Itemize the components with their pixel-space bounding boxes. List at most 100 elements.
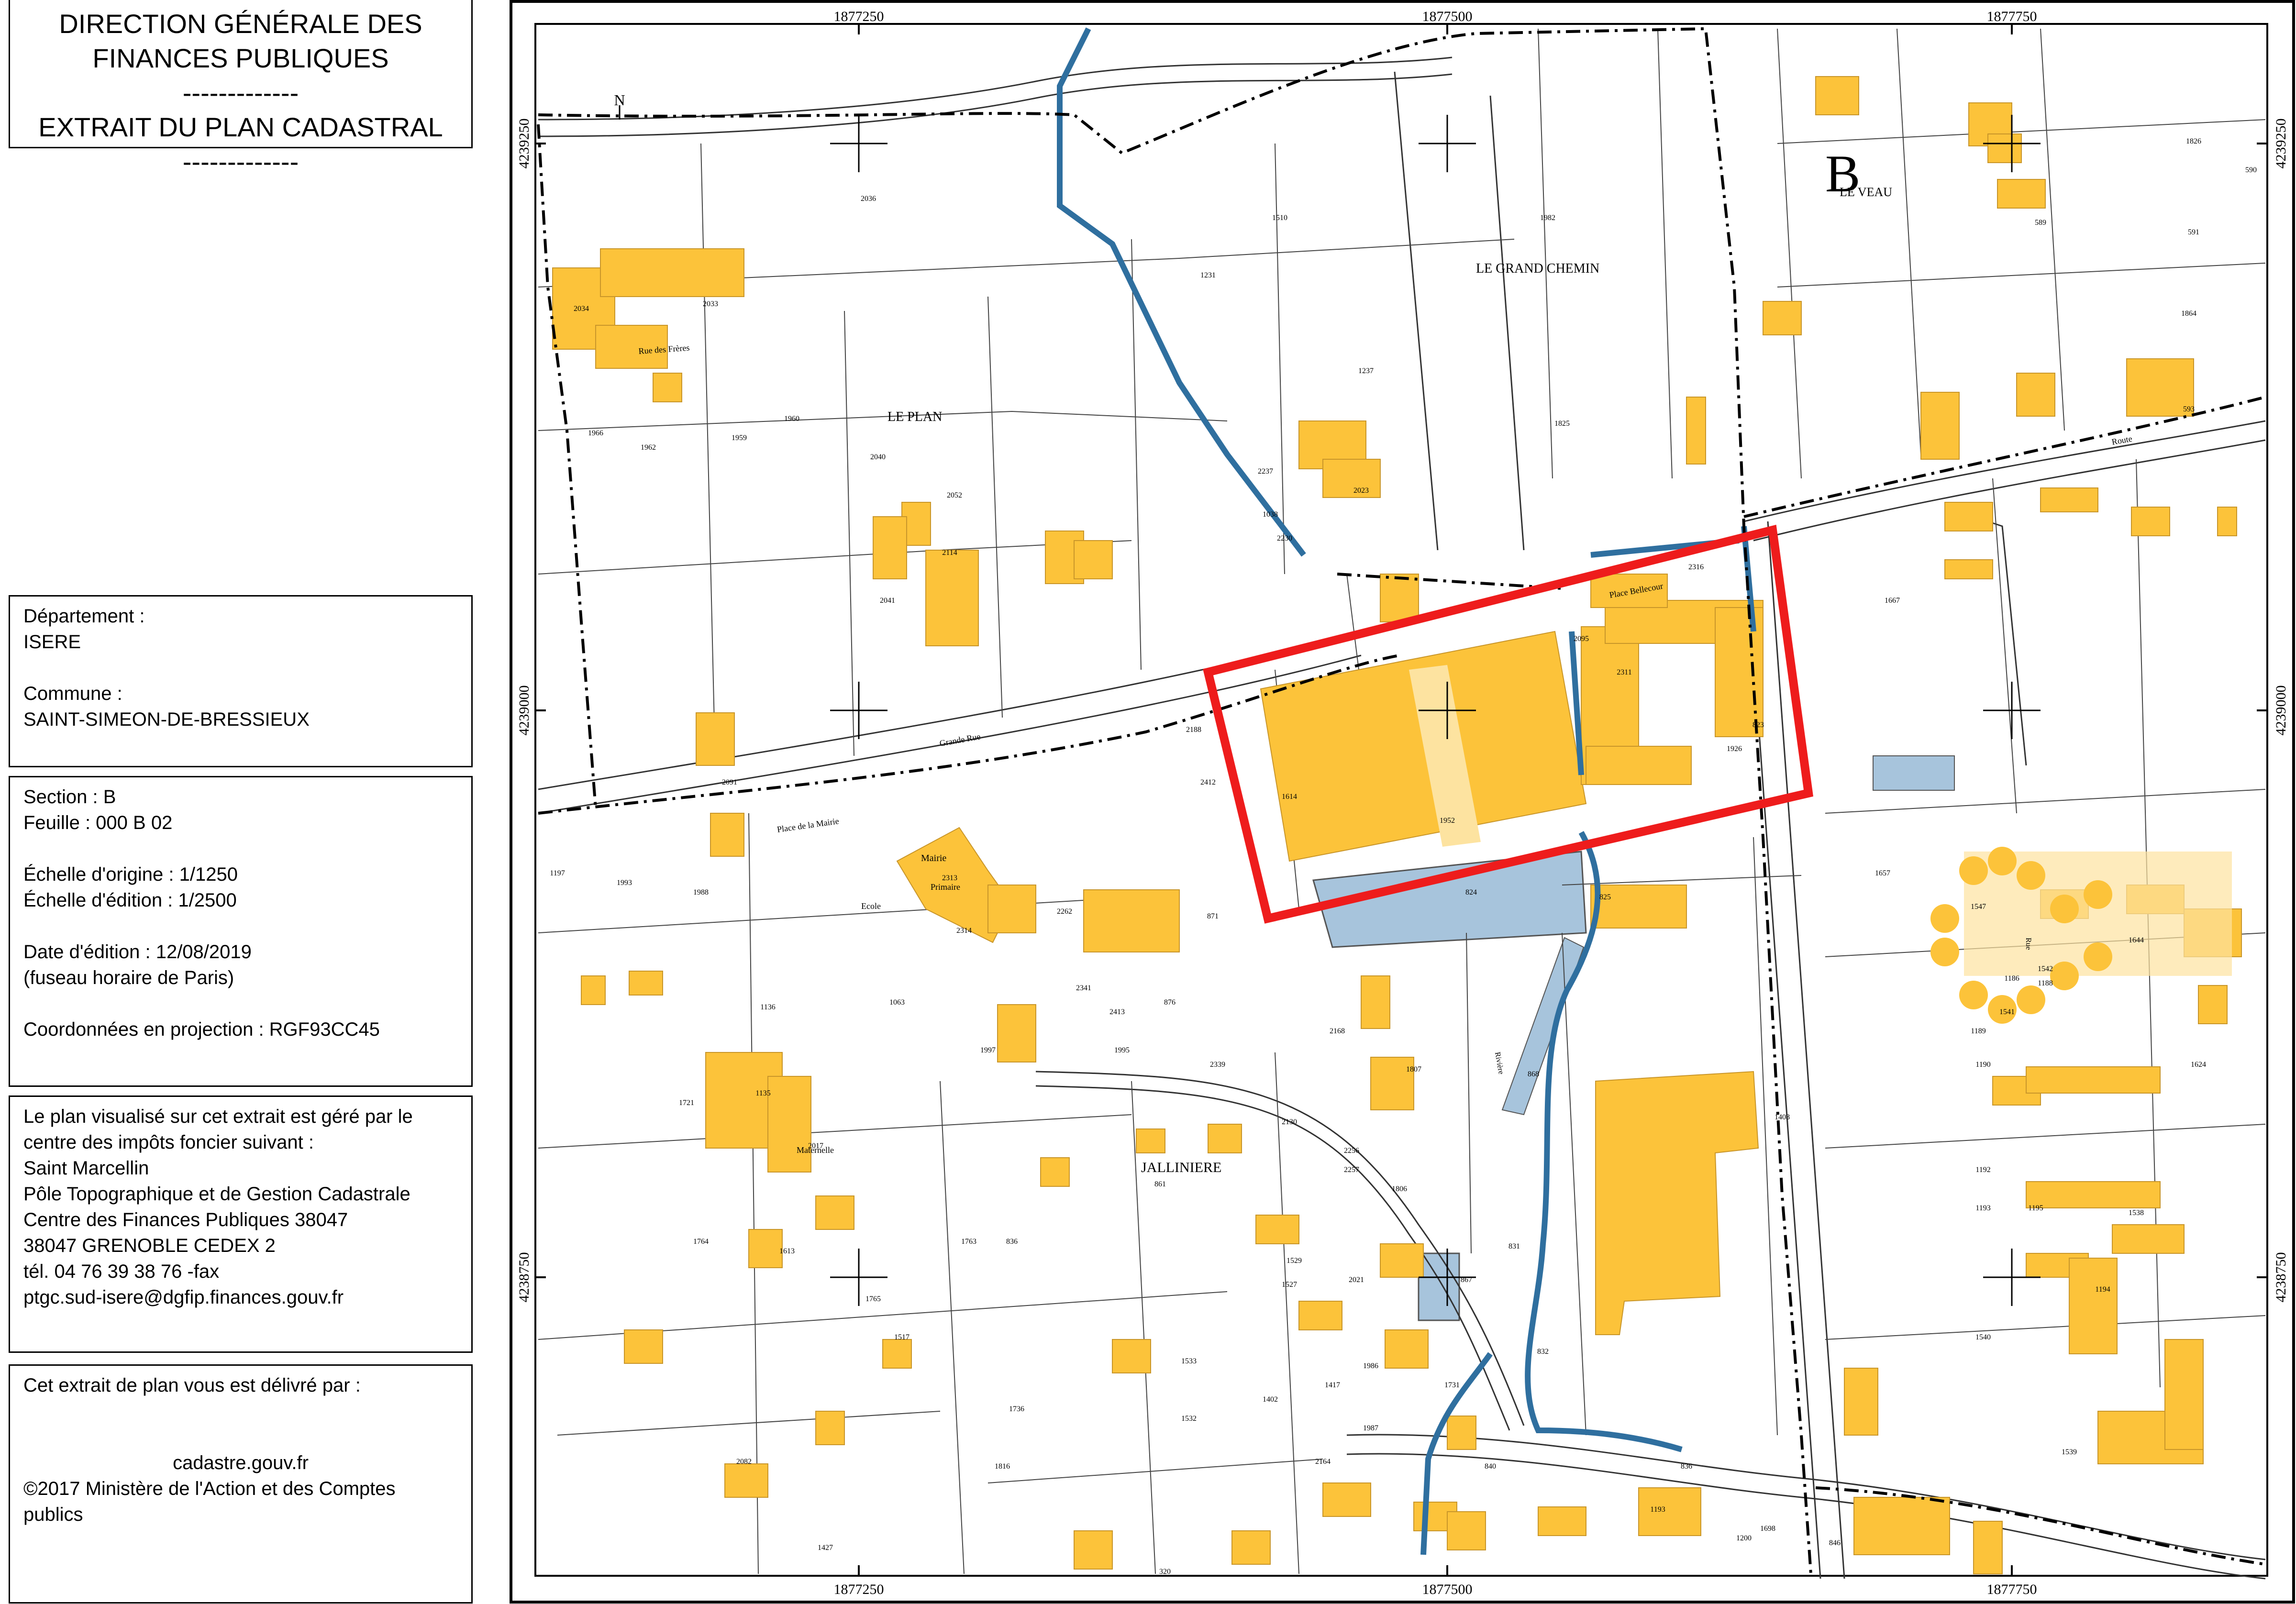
parcel-number: 846 (1829, 1539, 1841, 1547)
y-coord-right: 4239250 (2273, 119, 2289, 169)
parcel-number: 1960 (784, 415, 799, 423)
parcel-number: 1987 (1363, 1424, 1378, 1432)
parcel-number: 1192 (1975, 1166, 1990, 1174)
parcel-number: 2033 (703, 300, 718, 308)
parcel-number: 2130 (1282, 1118, 1297, 1126)
parcel-number: 1959 (732, 434, 747, 442)
parcel-number: 1667 (1885, 597, 1900, 605)
parcel-number: 1995 (1114, 1046, 1130, 1054)
delivery-panel: Cet extrait de plan vous est délivré par… (9, 1364, 473, 1604)
parcel-number: 1237 (1358, 367, 1374, 375)
header-line-1: DIRECTION GÉNÉRALE DES (59, 9, 422, 39)
x-coord-top: 1877750 (1987, 9, 2037, 24)
parcel-number: 2257 (1344, 1166, 1359, 1174)
delivery-site: cadastre.gouv.fr (173, 1452, 309, 1473)
parcel-number: 2262 (1057, 907, 1072, 916)
parcel-number: 2040 (870, 453, 886, 461)
parcel-number: 1529 (1287, 1257, 1302, 1265)
parcel-number: 1763 (961, 1238, 976, 1246)
parcel-number: 2052 (947, 491, 962, 499)
parcel-number: 1807 (1406, 1065, 1421, 1073)
header-title: EXTRAIT DU PLAN CADASTRAL (38, 112, 443, 142)
parcel-number: 1731 (1444, 1381, 1460, 1389)
parcel-number: 1197 (550, 869, 565, 877)
parcel-number: 836 (1006, 1238, 1018, 1246)
parcel-number: 1765 (865, 1295, 881, 1303)
parcel-number: 1613 (779, 1247, 795, 1255)
office-panel: Le plan visualisé sur cet extrait est gé… (9, 1095, 473, 1353)
cadastral-map[interactable]: 1877250 1877500 1877750 1877250 1877500 … (510, 0, 2296, 1604)
parcel-number: 1547 (1971, 903, 1986, 911)
y-coord-left: 4239000 (516, 686, 532, 736)
parcel-number: 1193 (1650, 1505, 1665, 1514)
label-ecole: Ecole (861, 901, 881, 911)
parcel-number: 1986 (1363, 1362, 1378, 1370)
parcel-number: 1721 (679, 1099, 694, 1107)
parcel-number: 2316 (1688, 563, 1704, 571)
parcel-number: 1135 (755, 1089, 770, 1097)
parcel-number: 867 (1461, 1276, 1472, 1284)
parcel-number: 1408 (1775, 1113, 1790, 1121)
parcel-number: 1993 (617, 879, 632, 887)
parcel-number: 1988 (693, 888, 709, 896)
parcel-number: 1657 (1875, 869, 1890, 877)
office-line: Centre des Finances Publiques 38047 (23, 1209, 348, 1230)
x-coord-bottom: 1877250 (834, 1582, 884, 1597)
parcel-number: 1966 (588, 429, 603, 437)
y-coord-right: 4238750 (2273, 1252, 2289, 1303)
commune-value: SAINT-SIMEON-DE-BRESSIEUX (23, 709, 310, 730)
parcel-number: 2021 (1349, 1276, 1364, 1284)
date-edition: Date d'édition : 12/08/2019 (23, 941, 252, 962)
office-line: Pôle Topographique et de Gestion Cadastr… (23, 1184, 410, 1205)
parcel-number: 1997 (980, 1046, 996, 1054)
parcel-number: 589 (2035, 219, 2046, 227)
parcel-number: 836 (1681, 1462, 1692, 1471)
parcel-number: 2082 (736, 1458, 752, 1466)
parcel-number: 831 (1508, 1242, 1520, 1250)
parcel-number: 876 (1164, 998, 1176, 1007)
parcel-number: 1195 (2028, 1204, 2043, 1212)
parcel-number: 1982 (1540, 214, 1555, 222)
x-coord-top: 1877500 (1422, 9, 1473, 24)
parcel-number: 2091 (722, 778, 737, 786)
office-line: Le plan visualisé sur cet extrait est gé… (23, 1106, 413, 1127)
y-coord-left: 4239250 (516, 119, 532, 169)
parcel-number: 593 (2183, 405, 2195, 413)
parcel-number: 2095 (1574, 635, 1589, 643)
parcel-number: 2114 (942, 549, 957, 557)
delivery-copyright-2: publics (23, 1504, 83, 1525)
parcel-number: 1764 (693, 1238, 709, 1246)
header-panel: DIRECTION GÉNÉRALE DES FINANCES PUBLIQUE… (9, 0, 473, 177)
parcel-number: 1540 (1975, 1333, 1991, 1341)
place-le-grand-chemin: LE GRAND CHEMIN (1476, 261, 1599, 276)
parcel-number: 2034 (574, 305, 589, 313)
echelle-origine: Échelle d'origine : 1/1250 (23, 864, 238, 885)
delivery-copyright: ©2017 Ministère de l'Action et des Compt… (23, 1478, 396, 1499)
parcel-number: 320 (1159, 1568, 1171, 1576)
header-separator: ------------- (182, 77, 299, 108)
parcel-number: 1624 (2191, 1061, 2206, 1069)
sheet-panel: Section : B Feuille : 000 B 02 Échelle d… (9, 776, 473, 1087)
parcel-number: 2341 (1076, 984, 1091, 992)
section: Section : B (23, 786, 116, 808)
parcel-number: 1816 (995, 1462, 1010, 1471)
parcel-number: 1532 (1181, 1415, 1197, 1423)
parcel-number: 1698 (1760, 1525, 1775, 1533)
y-coord-left: 4238750 (516, 1252, 532, 1303)
office-line: Saint Marcellin (23, 1158, 149, 1179)
parcel-number: 2230 (1277, 534, 1292, 542)
parcel-number: 1189 (1971, 1027, 1985, 1035)
label-mairie: Mairie (921, 853, 946, 863)
parcel-number: 824 (1465, 888, 1477, 896)
parcel-number: 1926 (1727, 745, 1742, 753)
parcel-number: 868 (1528, 1070, 1539, 1078)
parcel-number: 1806 (1392, 1185, 1407, 1193)
office-line: tél. 04 76 39 38 76 -fax (23, 1261, 220, 1282)
parcel-number: 1188 (2038, 979, 2052, 987)
place-le-veau: LE VEAU (1840, 185, 1892, 199)
parcel-number: 1736 (1009, 1405, 1024, 1413)
projection: Coordonnées en projection : RGF93CC45 (23, 1019, 380, 1040)
x-coord-bottom: 1877500 (1422, 1582, 1473, 1597)
echelle-edition: Échelle d'édition : 1/2500 (23, 890, 237, 911)
parcel-number: 1538 (2129, 1209, 2144, 1217)
